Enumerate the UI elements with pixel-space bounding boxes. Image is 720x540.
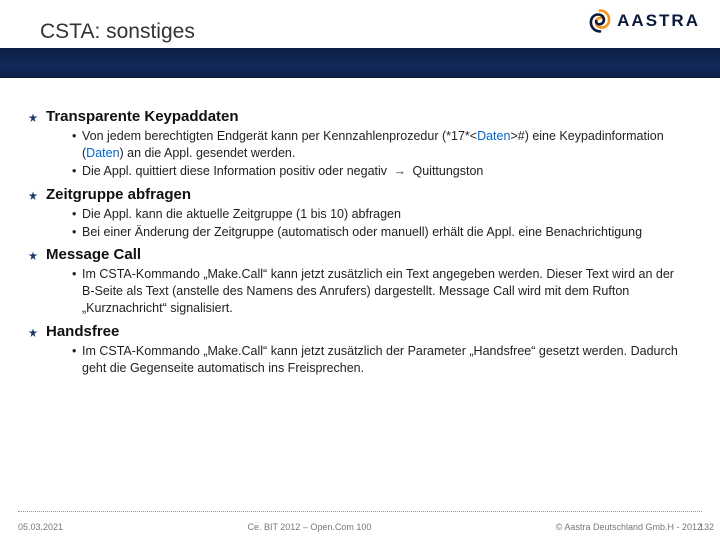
footer-right: © Aastra Deutschland Gmb.H - 2012 (556, 522, 702, 532)
section-title: Transparente Keypaddaten (46, 108, 239, 125)
slide-footer: 05.03.2021 Ce. BIT 2012 – Open.Com 100 ©… (0, 522, 720, 532)
bullet-item: Im CSTA-Kommando „Make.Call“ kann jetzt … (72, 266, 680, 317)
footer-center: Ce. BIT 2012 – Open.Com 100 (63, 522, 556, 532)
bullet-list: Die Appl. kann die aktuelle Zeitgruppe (… (28, 206, 680, 241)
link-text: Daten (477, 129, 510, 143)
bullet-text: Die Appl. kann die aktuelle Zeitgruppe (… (82, 207, 401, 221)
bullet-list: Im CSTA-Kommando „Make.Call“ kann jetzt … (28, 343, 680, 377)
section: Handsfree Im CSTA-Kommando „Make.Call“ ka… (28, 323, 680, 377)
footer-date: 05.03.2021 (18, 522, 63, 532)
star-bullet-icon (28, 113, 38, 123)
slide-header: CSTA: sonstiges AASTRA (0, 0, 720, 78)
section-title: Handsfree (46, 323, 119, 340)
section-header: Transparente Keypaddaten (28, 108, 680, 125)
slide-content: Transparente Keypaddaten Von jedem berech… (0, 78, 720, 540)
bullet-list: Im CSTA-Kommando „Make.Call“ kann jetzt … (28, 266, 680, 317)
star-bullet-icon (28, 251, 38, 261)
star-bullet-icon (28, 191, 38, 201)
bullet-text: Die Appl. quittiert diese Information po… (82, 164, 391, 178)
slide-title: CSTA: sonstiges (40, 20, 195, 44)
bullet-item: Die Appl. kann die aktuelle Zeitgruppe (… (72, 206, 680, 223)
link-text: Daten (86, 146, 119, 160)
section-header: Zeitgruppe abfragen (28, 186, 680, 203)
section-title: Zeitgruppe abfragen (46, 186, 191, 203)
bullet-text: Bei einer Änderung der Zeitgruppe (autom… (82, 225, 642, 239)
arrow-icon: → (391, 164, 410, 178)
bullet-list: Von jedem berechtigten Endgerät kann per… (28, 128, 680, 180)
bullet-item: Die Appl. quittiert diese Information po… (72, 163, 680, 180)
section: Message Call Im CSTA-Kommando „Make.Call“… (28, 246, 680, 317)
bullet-text: ) an die Appl. gesendet werden. (120, 146, 296, 160)
star-bullet-icon (28, 328, 38, 338)
section: Transparente Keypaddaten Von jedem berech… (28, 108, 680, 180)
logo-text: AASTRA (617, 11, 700, 31)
section-header: Message Call (28, 246, 680, 263)
bullet-text: Im CSTA-Kommando „Make.Call“ kann jetzt … (82, 267, 674, 315)
footer-divider (18, 511, 702, 512)
bullet-item: Im CSTA-Kommando „Make.Call“ kann jetzt … (72, 343, 680, 377)
bullet-item: Bei einer Änderung der Zeitgruppe (autom… (72, 224, 680, 241)
section: Zeitgruppe abfragen Die Appl. kann die ak… (28, 186, 680, 241)
bullet-text: Von jedem berechtigten Endgerät kann per… (82, 129, 477, 143)
slide: CSTA: sonstiges AASTRA Transparente Keyp… (0, 0, 720, 540)
section-title: Message Call (46, 246, 141, 263)
bullet-text: Quittungston (409, 164, 483, 178)
footer-page-number: 132 (699, 522, 714, 532)
bullet-text: Im CSTA-Kommando „Make.Call“ kann jetzt … (82, 344, 678, 375)
bullet-item: Von jedem berechtigten Endgerät kann per… (72, 128, 680, 162)
logo: AASTRA (587, 8, 700, 34)
header-bar (0, 48, 720, 78)
logo-swirl-icon (587, 8, 613, 34)
section-header: Handsfree (28, 323, 680, 340)
